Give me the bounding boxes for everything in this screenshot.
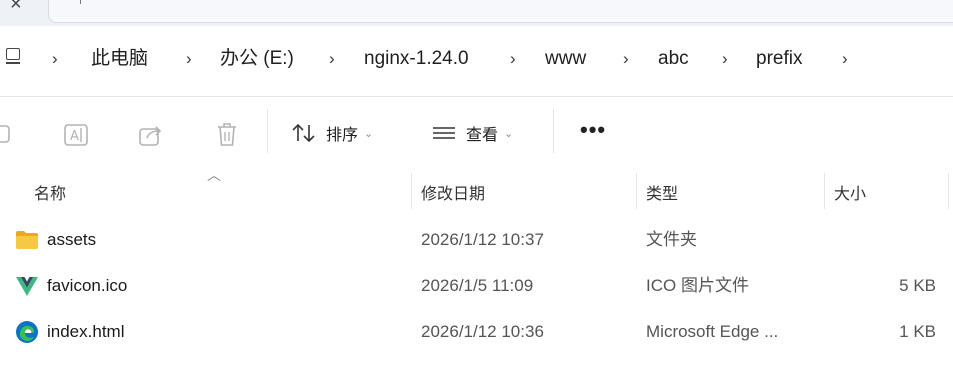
breadcrumb-item-this-pc[interactable]: 此电脑 <box>91 47 148 71</box>
computer-icon[interactable] <box>6 48 20 64</box>
share-icon[interactable] <box>138 123 164 147</box>
copy-icon[interactable] <box>0 124 10 144</box>
rename-icon[interactable]: A <box>63 123 89 147</box>
file-row[interactable]: favicon.ico 2026/1/5 11:09 ICO 图片文件 5 KB <box>0 264 953 308</box>
breadcrumb-item-abc[interactable]: abc <box>658 47 689 71</box>
file-modified-date: 2026/1/12 10:37 <box>421 230 544 249</box>
column-header-size[interactable]: 大小 <box>834 180 866 204</box>
chevron-right-icon[interactable]: › <box>329 47 335 71</box>
chevron-right-icon[interactable]: › <box>623 47 629 71</box>
chevron-right-icon[interactable]: › <box>52 47 58 71</box>
column-divider[interactable] <box>636 173 637 209</box>
file-name: favicon.ico <box>47 276 128 295</box>
breadcrumb-item-prefix[interactable]: prefix <box>756 47 802 71</box>
column-divider[interactable] <box>824 173 825 209</box>
column-header-date[interactable]: 修改日期 <box>421 180 485 204</box>
file-explorer-window: × › 此电脑 › 办公 (E:) › nginx-1.24.0 › www ›… <box>0 0 953 392</box>
chevron-right-icon[interactable]: › <box>186 47 192 71</box>
file-size: 5 KB <box>899 276 936 295</box>
toolbar-divider <box>553 109 554 153</box>
chevron-down-icon: ⌄ <box>504 127 514 140</box>
chevron-right-icon[interactable]: › <box>722 47 728 71</box>
edge-browser-icon <box>16 321 38 343</box>
vue-logo-icon <box>16 277 38 296</box>
column-divider[interactable] <box>948 173 949 209</box>
sort-button[interactable]: 排序 ⌄ <box>292 121 373 145</box>
column-headers: ︿ 名称 修改日期 类型 大小 <box>0 167 953 211</box>
file-name: assets <box>47 230 97 249</box>
chevron-down-icon: ⌄ <box>364 127 374 140</box>
file-modified-date: 2026/1/5 11:09 <box>421 276 534 295</box>
column-header-type[interactable]: 类型 <box>646 180 678 204</box>
breadcrumb: › 此电脑 › 办公 (E:) › nginx-1.24.0 › www › a… <box>0 0 953 96</box>
chevron-right-icon[interactable]: › <box>842 47 848 71</box>
command-bar: A 排序 ⌄ 查看 ⌄ ••• <box>0 97 953 168</box>
sort-label: 排序 <box>326 127 359 144</box>
folder-icon <box>16 231 38 249</box>
view-list-icon <box>433 127 455 139</box>
file-row[interactable]: index.html 2026/1/12 10:36 Microsoft Edg… <box>0 310 953 354</box>
file-modified-date: 2026/1/12 10:36 <box>421 322 544 341</box>
sort-icon <box>292 123 315 143</box>
view-label: 查看 <box>466 127 499 144</box>
column-header-name[interactable]: 名称 <box>34 180 66 204</box>
sort-ascending-icon: ︿ <box>207 167 221 183</box>
file-type: Microsoft Edge ... <box>646 322 779 341</box>
delete-icon[interactable] <box>215 122 239 148</box>
breadcrumb-item-nginx[interactable]: nginx-1.24.0 <box>364 47 469 71</box>
file-row[interactable]: assets 2026/1/12 10:37 文件夹 <box>0 218 953 262</box>
file-name: index.html <box>47 322 125 341</box>
file-size: 1 KB <box>899 322 936 341</box>
chevron-right-icon[interactable]: › <box>510 47 516 71</box>
view-button[interactable]: 查看 ⌄ <box>432 121 513 145</box>
svg-text:A: A <box>70 129 79 144</box>
file-type: ICO 图片文件 <box>646 276 749 295</box>
breadcrumb-item-www[interactable]: www <box>545 47 586 71</box>
column-divider[interactable] <box>411 173 412 209</box>
more-options-icon[interactable]: ••• <box>580 119 606 141</box>
toolbar-divider <box>267 109 268 153</box>
file-type: 文件夹 <box>646 230 697 249</box>
breadcrumb-item-drive[interactable]: 办公 (E:) <box>220 47 294 71</box>
